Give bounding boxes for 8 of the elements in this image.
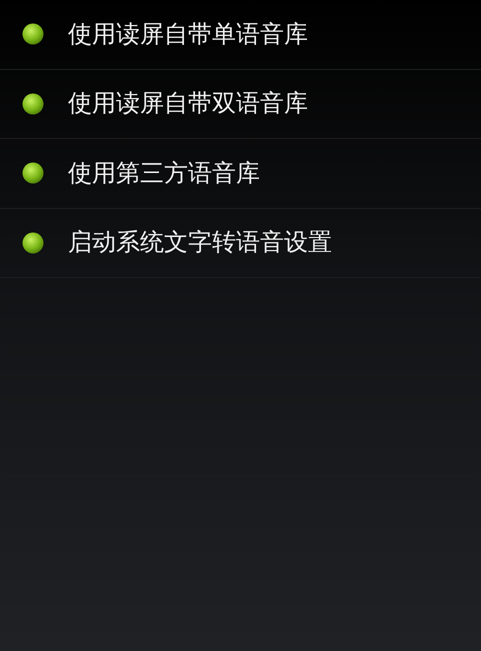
bullet-icon [22,232,44,254]
bullet-icon [22,23,44,46]
bullet-icon [22,92,44,115]
bullet-icon [22,162,44,184]
menu-item[interactable]: 使用读屏自带单语音库 [0,0,481,70]
menu-item[interactable]: 使用第三方语音库 [0,139,481,208]
menu-item[interactable]: 启动系统文字转语音设置 [0,208,481,278]
menu-item[interactable]: 使用读屏自带双语音库 [0,70,481,139]
